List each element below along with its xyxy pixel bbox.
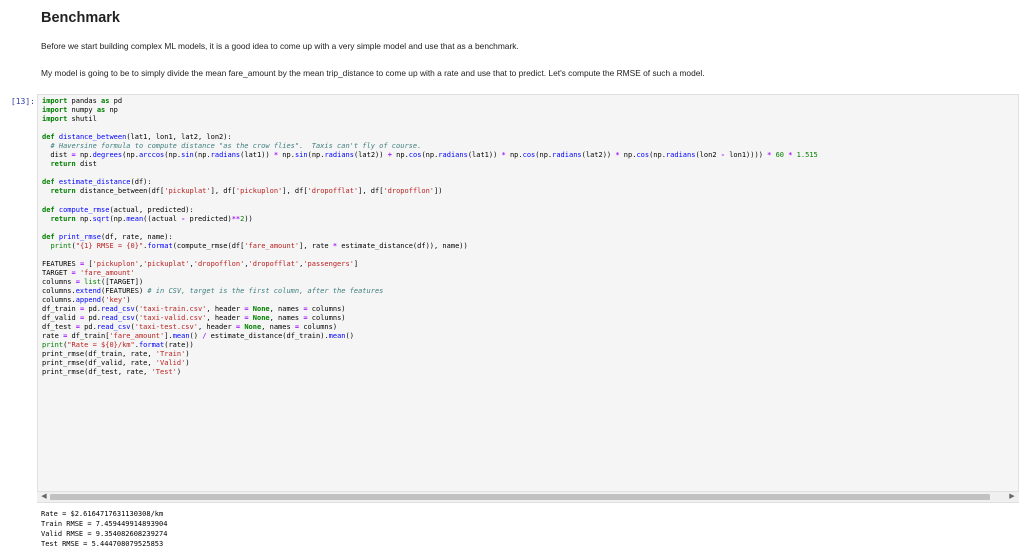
code-line: return np.sqrt(np.mean((actual - predict… <box>50 214 253 223</box>
code-line: # Haversine formula to compute distance … <box>50 142 422 151</box>
code-line: ​ <box>42 197 818 206</box>
scrollbar-thumb[interactable] <box>50 494 990 500</box>
model-paragraph: My model is going to be to simply divide… <box>41 68 705 78</box>
code-line: print_rmse(df_test, rate, 'Test') <box>42 368 182 377</box>
code-line: dist = np.degrees(np.arccos(np.sin(np.ra… <box>42 151 818 160</box>
output-line: Valid RMSE = 9.354082608239274 <box>41 530 168 538</box>
code-line: def distance_between(lat1, lon1, lat2, l… <box>42 133 232 142</box>
intro-paragraph: Before we start building complex ML mode… <box>41 41 519 51</box>
code-editor[interactable]: import pandas as pd import numpy as np imp… <box>42 97 818 377</box>
code-cell-input[interactable]: import pandas as pd import numpy as np imp… <box>37 94 1019 503</box>
code-line: import shutil <box>42 115 97 124</box>
output-line: Test RMSE = 5.444708079525853 <box>41 540 164 548</box>
cell-execution-count: [13]: <box>10 97 35 106</box>
output-line: Train RMSE = 7.459449914893904 <box>41 520 168 528</box>
scroll-left-icon[interactable]: ◀ <box>39 492 49 502</box>
code-line: def estimate_distance(df): <box>42 178 152 187</box>
code-line: ​ <box>42 251 818 260</box>
code-line: print("Rate = ${0}/km".format(rate)) <box>42 341 194 350</box>
horizontal-scrollbar[interactable]: ◀ ▶ <box>37 491 1019 502</box>
code-line: df_valid = pd.read_csv('taxi-valid.csv',… <box>42 314 346 323</box>
code-line: columns.extend(FEATURES) # in CSV, targe… <box>42 286 384 295</box>
code-line: print_rmse(df_valid, rate, 'Valid') <box>42 359 190 368</box>
code-line: rate = df_train['fare_amount'].mean() / … <box>42 332 354 341</box>
code-line: def print_rmse(df, rate, name): <box>42 232 173 241</box>
cell-output: Rate = $2.6164717631130308/km Train RMSE … <box>41 509 167 549</box>
code-line: print("{1} RMSE = {0}".format(compute_rm… <box>50 241 468 250</box>
code-line: ​ <box>42 169 818 178</box>
code-line: import numpy as np <box>42 106 118 115</box>
code-line: columns.append('key') <box>42 296 131 305</box>
code-line: df_test = pd.read_csv('taxi-test.csv', h… <box>42 323 338 332</box>
code-line: columns = list([TARGET]) <box>42 277 144 286</box>
code-line: import pandas as pd <box>42 97 123 105</box>
code-line: ​ <box>42 224 818 233</box>
code-line: return distance_between(df['pickuplat'],… <box>50 187 443 196</box>
code-line: print_rmse(df_train, rate, 'Train') <box>42 350 190 359</box>
scroll-right-icon[interactable]: ▶ <box>1007 492 1017 502</box>
code-line: TARGET = 'fare_amount' <box>42 268 135 277</box>
output-line: Rate = $2.6164717631130308/km <box>41 510 164 518</box>
code-line: FEATURES = ['pickuplon','pickuplat','dro… <box>42 259 359 268</box>
code-line: ​ <box>42 124 818 133</box>
code-line: return dist <box>50 160 97 169</box>
code-line: df_train = pd.read_csv('taxi-train.csv',… <box>42 305 346 314</box>
code-line: def compute_rmse(actual, predicted): <box>42 205 194 214</box>
section-heading: Benchmark <box>41 10 120 26</box>
